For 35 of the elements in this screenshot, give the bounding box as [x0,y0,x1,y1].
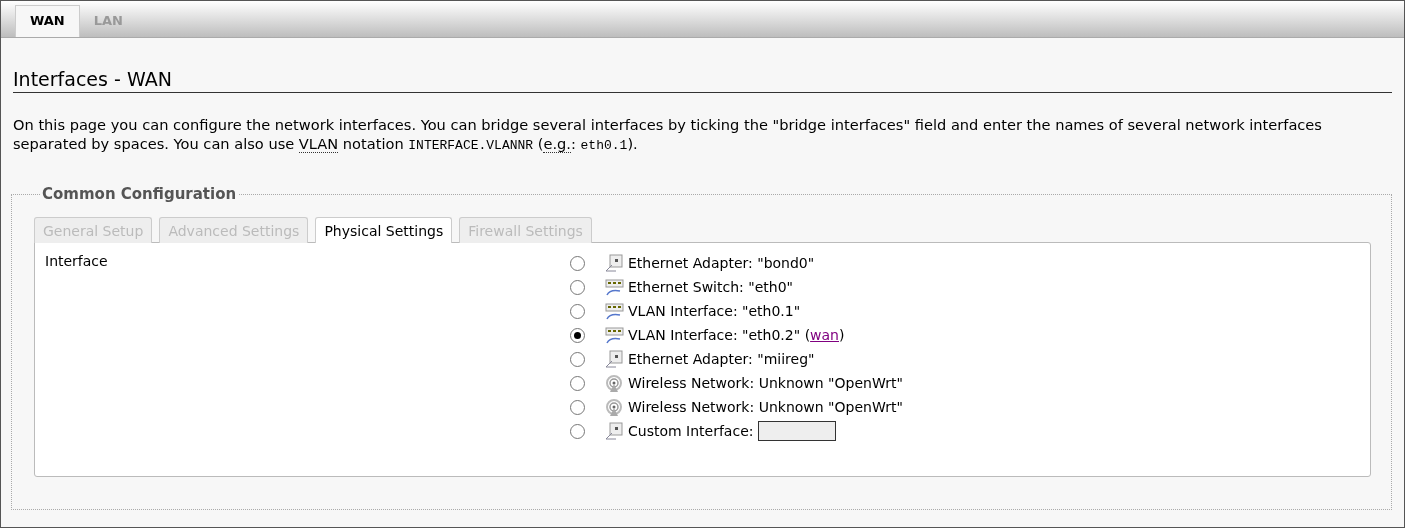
network-switch-icon [604,277,624,298]
option-label: Ethernet Adapter: "bond0" [628,255,815,272]
option-label: VLAN Interface: "eth0.1" [628,303,801,320]
option-label: VLAN Interface: "eth0.2" [628,327,801,344]
radio-button[interactable] [570,399,585,415]
field-label: Interface [45,253,108,269]
radio-button[interactable] [570,351,585,367]
radio-button[interactable] [570,327,585,343]
option-label: Ethernet Switch: "eth0" [628,279,793,296]
parenthesis: ( [803,327,811,344]
settings-tab[interactable]: Physical Settings [315,217,453,243]
network-switch-icon [604,325,624,346]
network-adapter-icon [604,421,624,442]
radio-button[interactable] [570,423,585,439]
radio-button[interactable] [570,375,585,391]
parenthesis: ) [839,327,845,344]
radio-button[interactable] [570,303,585,319]
option-label: Wireless Network: Unknown "OpenWrt" [628,375,903,392]
option-label: Ethernet Adapter: "miireg" [628,351,815,368]
page-tab[interactable]: WAN [15,5,80,37]
page-tab[interactable]: LAN [79,6,137,37]
network-link[interactable]: wan [810,327,839,344]
page-heading: Interfaces - WAN [13,68,1392,93]
network-switch-icon [604,301,624,322]
network-adapter-icon [604,253,624,274]
option-label: Wireless Network: Unknown "OpenWrt" [628,399,903,416]
radio-button[interactable] [570,279,585,295]
network-adapter-icon [604,349,624,370]
custom-interface-field[interactable] [758,421,837,442]
wireless-icon [604,373,624,394]
radio-button[interactable] [570,255,585,271]
description-text: On this page you can configure the network interfaces. You can bridge several interfaces by ticking the "bridge interfaces" field and enter the names of several network interfaces separated by spaces. You can also use VLAN notation INTERFACE.VLANNR (e.g.: eth0.1). [13,115,1323,155]
option-label: Custom Interface: [628,423,754,440]
section-legend: Common Configuration [40,185,239,203]
wireless-icon [604,397,624,418]
